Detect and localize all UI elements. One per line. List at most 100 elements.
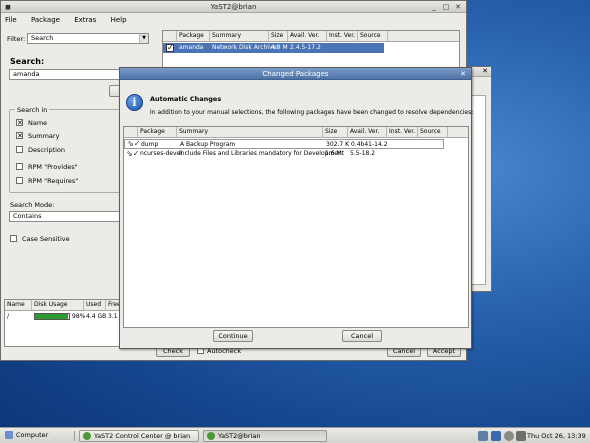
chevron-down-icon: ▼ (139, 34, 148, 43)
dialog-title: Changed Packages (262, 70, 329, 78)
menu-file[interactable]: File (5, 16, 17, 24)
minimize-icon[interactable]: _ (430, 3, 438, 11)
search-value: amanda (13, 70, 40, 78)
disk-col-name[interactable]: Name (5, 300, 32, 311)
case-sensitive-label: Case Sensitive (22, 235, 70, 243)
changed-table-header: Package Summary Size Avail. Ver. Inst. V… (124, 127, 468, 138)
pkg-col-size[interactable]: Size (269, 31, 288, 42)
window-menu-icon[interactable]: ◼ (4, 3, 12, 11)
dialog-cancel-button[interactable]: Cancel (342, 330, 382, 342)
clock[interactable]: Thu Oct 26, 13:39 (527, 432, 586, 440)
computer-menu-button[interactable]: Computer (2, 430, 68, 442)
search-mode-combo[interactable]: Contains (9, 211, 121, 222)
chg-col-size[interactable]: Size (323, 127, 348, 138)
case-sensitive-checkbox[interactable] (10, 235, 17, 242)
chg-col-package[interactable]: Package (138, 127, 177, 138)
volume-icon[interactable] (516, 431, 526, 441)
dialog-cancel-button-label: Cancel (350, 332, 374, 340)
auto-install-icon: ⇘✓ (126, 149, 140, 158)
chg-pkg-size: 1.6 M (325, 150, 342, 157)
chg-col-summary[interactable]: Summary (177, 127, 323, 138)
close-icon[interactable]: ✕ (454, 3, 462, 11)
table-row[interactable]: ✓ amanda Network Disk Archiver 4.9 M 2.4… (163, 43, 384, 53)
search-label: Search: (10, 57, 45, 66)
disk-usage-table[interactable]: Name Disk Usage Used Free / 98% 4.4 GB 3… (4, 299, 122, 347)
chg-col-source[interactable]: Source (418, 127, 448, 138)
update-icon[interactable] (491, 431, 501, 441)
disk-table-header: Name Disk Usage Used Free (5, 300, 121, 311)
dialog-message: In addition to your manual selections, t… (150, 109, 474, 116)
rpm-provides-checkbox[interactable] (16, 163, 23, 170)
name-checkbox[interactable]: ✕ (16, 119, 23, 127)
taskbar: Computer YaST2 Control Center @ brian Ya… (0, 427, 590, 443)
description-checkbox-label: Description (28, 146, 66, 154)
main-window-title: YaST2@brian (210, 3, 257, 11)
task-yast2-brian[interactable]: YaST2@brian (203, 430, 327, 442)
chg-col-avail[interactable]: Avail. Ver. (348, 127, 387, 138)
filter-value: Search (31, 34, 54, 42)
search-mode-value: Contains (13, 212, 42, 220)
chg-pkg-name: ncurses-devel (140, 150, 182, 157)
pkg-name: amanda (179, 44, 204, 51)
package-table-header: Package Summary Size Avail. Ver. Inst. V… (163, 31, 459, 42)
chg-pkg-summary: Include Files and Libraries mandatory fo… (179, 150, 345, 157)
changed-packages-table[interactable]: Package Summary Size Avail. Ver. Inst. V… (123, 126, 469, 328)
filter-combo[interactable]: Search ▼ (27, 33, 149, 44)
info-icon: i (126, 94, 143, 111)
pkg-col-summary[interactable]: Summary (210, 31, 269, 42)
yast-icon (83, 432, 91, 440)
dialog-heading: Automatic Changes (150, 95, 222, 103)
continue-button-label: Continue (218, 332, 248, 340)
summary-checkbox-label: Summary (28, 132, 60, 140)
menubar: File Package Extras Help (1, 14, 466, 26)
summary-checkbox[interactable]: ✕ (16, 132, 23, 140)
yast-icon (207, 432, 215, 440)
disk-usage-bar (34, 313, 70, 320)
pkg-col-package[interactable]: Package (177, 31, 210, 42)
table-row[interactable]: ⇘✓ ncurses-devel Include Files and Libra… (124, 149, 468, 159)
pkg-size: 4.9 M (271, 44, 288, 51)
background-close-icon[interactable]: ✕ (482, 67, 488, 75)
task-label: YaST2@brian (218, 432, 261, 440)
task-label: YaST2 Control Center @ brian (94, 432, 191, 440)
rpm-provides-label: RPM "Provides" (28, 163, 78, 171)
auto-install-icon: ⇘✓ (127, 139, 141, 148)
computer-label: Computer (16, 431, 49, 439)
filter-label: Filter: (7, 35, 26, 43)
pkg-col-avail[interactable]: Avail. Ver. (288, 31, 327, 42)
disk-name: / (7, 313, 10, 320)
task-yast-control-center[interactable]: YaST2 Control Center @ brian (79, 430, 199, 442)
dialog-close-icon[interactable]: ✕ (459, 70, 467, 78)
chg-col-status (124, 127, 138, 138)
search-in-label: Search in (15, 106, 50, 114)
computer-icon (5, 431, 13, 439)
chg-pkg-avail: 5.5-18.2 (350, 150, 376, 157)
menu-package[interactable]: Package (31, 16, 60, 24)
changed-packages-dialog: Changed Packages ✕ i Automatic Changes I… (119, 67, 474, 349)
network-icon[interactable] (478, 431, 488, 441)
pkg-avail: 2.4.5-17.2 (290, 44, 321, 51)
continue-button[interactable]: Continue (213, 330, 253, 342)
rpm-requires-label: RPM "Requires" (28, 177, 79, 185)
rpm-requires-checkbox[interactable] (16, 177, 23, 184)
pkg-col-source[interactable]: Source (358, 31, 388, 42)
description-checkbox[interactable] (16, 146, 23, 153)
menu-extras[interactable]: Extras (74, 16, 96, 24)
disk-col-used[interactable]: Used (84, 300, 106, 311)
dialog-titlebar[interactable]: Changed Packages ✕ (120, 68, 471, 80)
table-row[interactable]: / 98% 4.4 GB 3.1 G (5, 312, 121, 322)
table-row[interactable]: ⇘✓ dump A Backup Program 302.7 K 0.4b41-… (124, 139, 444, 149)
chg-col-inst[interactable]: Inst. Ver. (387, 127, 418, 138)
disk-used: 4.4 GB (86, 313, 107, 320)
install-checkbox[interactable]: ✓ (166, 44, 174, 52)
search-mode-label: Search Mode: (10, 201, 55, 209)
disk-col-usage[interactable]: Disk Usage (32, 300, 84, 311)
main-titlebar[interactable]: ◼ YaST2@brian _ □ ✕ (1, 1, 466, 13)
pkg-col-inst[interactable]: Inst. Ver. (327, 31, 358, 42)
name-checkbox-label: Name (28, 119, 48, 127)
menu-help[interactable]: Help (111, 16, 127, 24)
disk-usage-fill (35, 314, 69, 319)
power-icon[interactable] (504, 431, 514, 441)
pkg-col-status (163, 31, 177, 42)
maximize-icon[interactable]: □ (442, 3, 450, 11)
